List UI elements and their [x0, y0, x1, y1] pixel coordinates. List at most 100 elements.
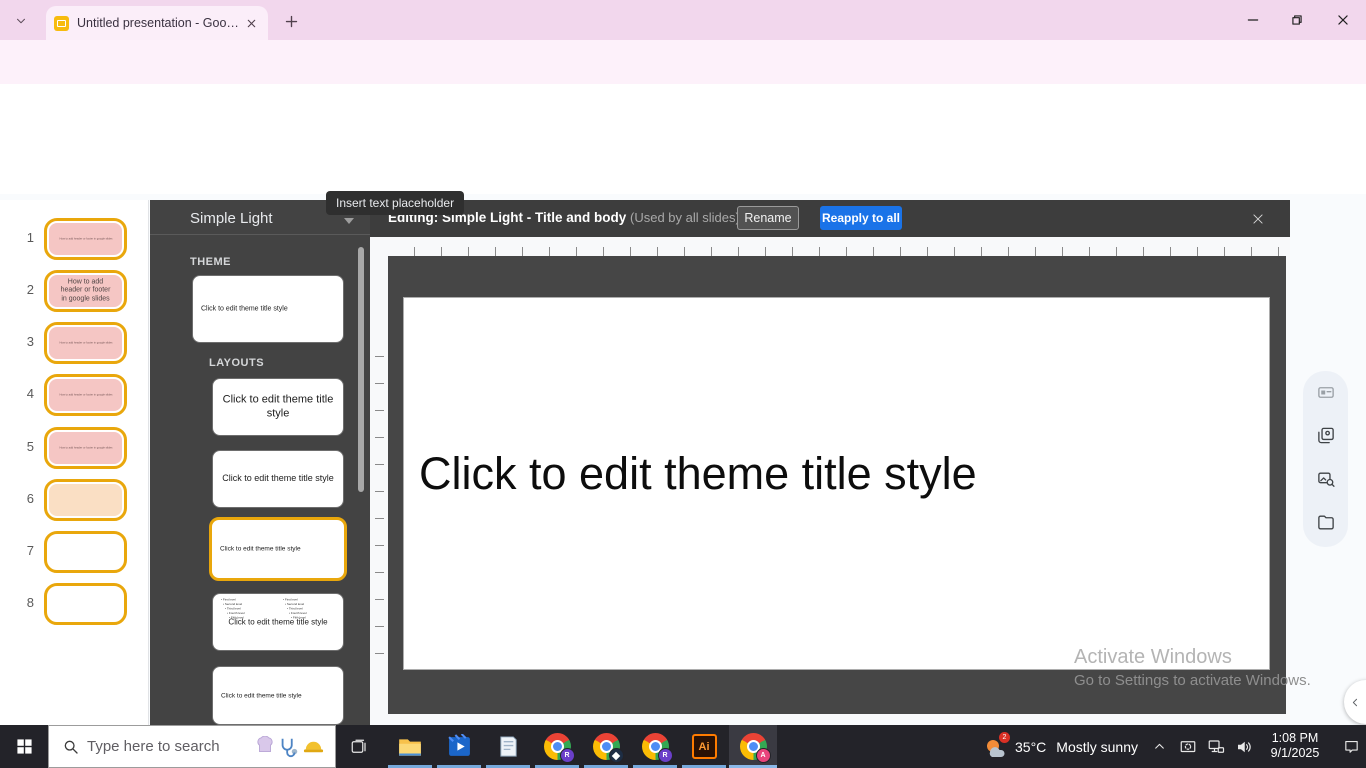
reapply-to-all-button[interactable]: Reapply to all — [820, 206, 902, 230]
illustrator-icon: Ai — [691, 734, 717, 759]
taskbar-clock[interactable]: 1:08 PM 9/1/2025 — [1258, 731, 1332, 761]
layout-slide-page[interactable]: Click to edit theme title style — [403, 297, 1270, 670]
stethoscope-icon — [281, 738, 298, 757]
editing-theme-bar: Editing: Simple Light - Title and body (… — [370, 200, 1290, 237]
search-icon — [63, 739, 79, 755]
horizontal-ruler — [388, 247, 1286, 256]
taskbar-illustrator[interactable]: Ai — [680, 725, 728, 768]
slide-thumbnail-1[interactable]: How to add header or footer in google sl… — [44, 218, 127, 260]
image-search-icon[interactable] — [1316, 470, 1335, 489]
layout-thumbnail-two-columns[interactable]: • First level • Second level • Third lev… — [212, 593, 344, 651]
slide-number: 2 — [26, 282, 34, 297]
slide-thumbnail-8[interactable] — [44, 583, 127, 625]
show-side-panel-button[interactable] — [1344, 680, 1366, 724]
slide-thumbnail-6[interactable] — [44, 479, 127, 521]
tray-network-icon[interactable] — [1202, 725, 1230, 768]
theme-section-label: THEME — [190, 256, 231, 268]
slide-number: 3 — [26, 334, 34, 349]
contacts-card-icon[interactable] — [1316, 383, 1335, 402]
layout-thumbnail-title-body-2[interactable]: Click to edit theme title style — [212, 666, 344, 725]
theme-dropdown-caret[interactable] — [344, 218, 354, 224]
taskbar-search-box[interactable]: Type here to search — [48, 725, 336, 768]
search-placeholder: Type here to search — [87, 738, 220, 755]
content-area: 1 How to add header or footer in google … — [0, 194, 1366, 725]
slide-thumbnail-4[interactable]: How to add header or footer in google sl… — [44, 374, 127, 416]
taskbar-chrome-stack[interactable] — [582, 725, 630, 768]
title-placeholder-text[interactable]: Click to edit theme title style — [419, 448, 977, 500]
editing-bar-note: (Used by all slides) — [630, 210, 740, 225]
layouts-section-label: LAYOUTS — [209, 357, 265, 369]
slide-filmstrip: 1 How to add header or footer in google … — [0, 200, 149, 725]
chrome-profile-badge: A — [755, 748, 771, 763]
movies-tv-icon — [447, 734, 470, 756]
file-explorer-icon — [399, 738, 421, 756]
taskbar-chrome-active[interactable]: A — [729, 725, 777, 768]
theme-layouts-panel: Simple Light THEME Click to edit theme t… — [150, 200, 370, 725]
taskbar-chrome-r2[interactable]: R — [631, 725, 679, 768]
slide-thumbnail-3[interactable]: How to add header or footer in google sl… — [44, 322, 127, 364]
theme-master-thumbnail[interactable]: Click to edit theme title style — [192, 275, 344, 343]
layout-thumbnail-title-and-body-selected[interactable]: Click to edit theme title style — [209, 517, 347, 581]
panel-scrollbar[interactable] — [358, 247, 364, 492]
taskbar-movies-tv[interactable] — [435, 725, 483, 768]
tab-close-icon[interactable] — [242, 14, 260, 32]
vertical-ruler — [375, 350, 384, 680]
slide-thumbnail-7[interactable] — [44, 531, 127, 573]
screen: Untitled presentation - Google Insert te… — [0, 0, 1366, 768]
weather-temperature: 35°C — [1015, 738, 1047, 755]
photos-icon[interactable] — [1316, 426, 1335, 445]
clock-date: 9/1/2025 — [1270, 746, 1320, 760]
chrome-icon: A — [739, 733, 771, 763]
chrome-icon: R — [641, 733, 673, 763]
weather-icon: 2 — [983, 731, 1010, 759]
new-tab-button[interactable] — [278, 8, 304, 34]
notepad-icon — [499, 736, 517, 757]
windows-taskbar: Type here to search R R Ai A 2 35°C Most… — [0, 725, 1366, 768]
taskbar-file-explorer[interactable] — [386, 725, 434, 768]
chrome-icon — [592, 733, 624, 763]
weather-alert-badge: 2 — [999, 731, 1010, 743]
activate-windows-watermark: Activate Windows — [1074, 646, 1232, 668]
tooltip: Insert text placeholder — [326, 191, 465, 215]
browser-tab[interactable]: Untitled presentation - Google — [46, 6, 268, 40]
action-center-icon[interactable] — [1336, 725, 1366, 768]
weather-description: Mostly sunny — [1056, 738, 1138, 755]
slide-thumbnail-2[interactable]: How to add header or footer in google sl… — [44, 270, 127, 312]
tray-cast-icon[interactable] — [1174, 725, 1202, 768]
tray-show-hidden-icons[interactable] — [1146, 725, 1172, 768]
activate-windows-watermark-line2: Go to Settings to activate Windows. — [1074, 672, 1311, 689]
editor-canvas-area: Editing: Simple Light - Title and body (… — [370, 200, 1290, 720]
layout-thumbnail-section[interactable]: Click to edit theme title style — [212, 450, 344, 508]
browser-toolbar: docs.google.com/presentation/d/1CNqchgt3… — [0, 40, 1366, 117]
chrome-profile-badge — [608, 748, 624, 763]
taskbar-chrome-r1[interactable]: R — [533, 725, 581, 768]
task-view-button[interactable] — [336, 725, 382, 768]
start-button[interactable] — [0, 725, 48, 768]
weather-widget[interactable]: 2 35°C Mostly sunny — [975, 725, 1145, 768]
tray-volume-icon[interactable] — [1230, 725, 1258, 768]
hard-hat-icon — [303, 741, 324, 753]
chrome-icon: R — [543, 733, 575, 763]
slide-thumbnail-5[interactable]: How to add header or footer in google sl… — [44, 427, 127, 469]
slide-number: 1 — [26, 230, 34, 245]
taskbar-notepad[interactable] — [484, 725, 532, 768]
theme-name[interactable]: Simple Light — [190, 210, 273, 227]
divider — [150, 234, 370, 235]
window-close-button[interactable] — [1328, 6, 1358, 34]
slides-favicon — [54, 15, 69, 31]
folder-icon[interactable] — [1316, 513, 1335, 532]
window-restore-button[interactable] — [1282, 6, 1312, 34]
slide-number: 6 — [26, 491, 34, 506]
app-header: Untitled presentation File Edit View Ins… — [0, 84, 1366, 223]
chrome-profile-badge: R — [657, 748, 673, 763]
close-theme-editor-icon[interactable] — [1246, 207, 1270, 231]
windows-logo-icon — [16, 739, 32, 754]
search-highlights — [254, 735, 325, 758]
browser-tab-strip: Untitled presentation - Google — [0, 0, 1366, 40]
window-minimize-button[interactable] — [1238, 6, 1268, 34]
rename-button[interactable]: Rename — [737, 206, 799, 230]
layout-thumbnail-title[interactable]: Click to edit theme title style — [212, 378, 344, 436]
tab-search-icon[interactable] — [8, 8, 34, 34]
clock-time: 1:08 PM — [1271, 731, 1319, 745]
side-panel-rail — [1303, 371, 1348, 547]
